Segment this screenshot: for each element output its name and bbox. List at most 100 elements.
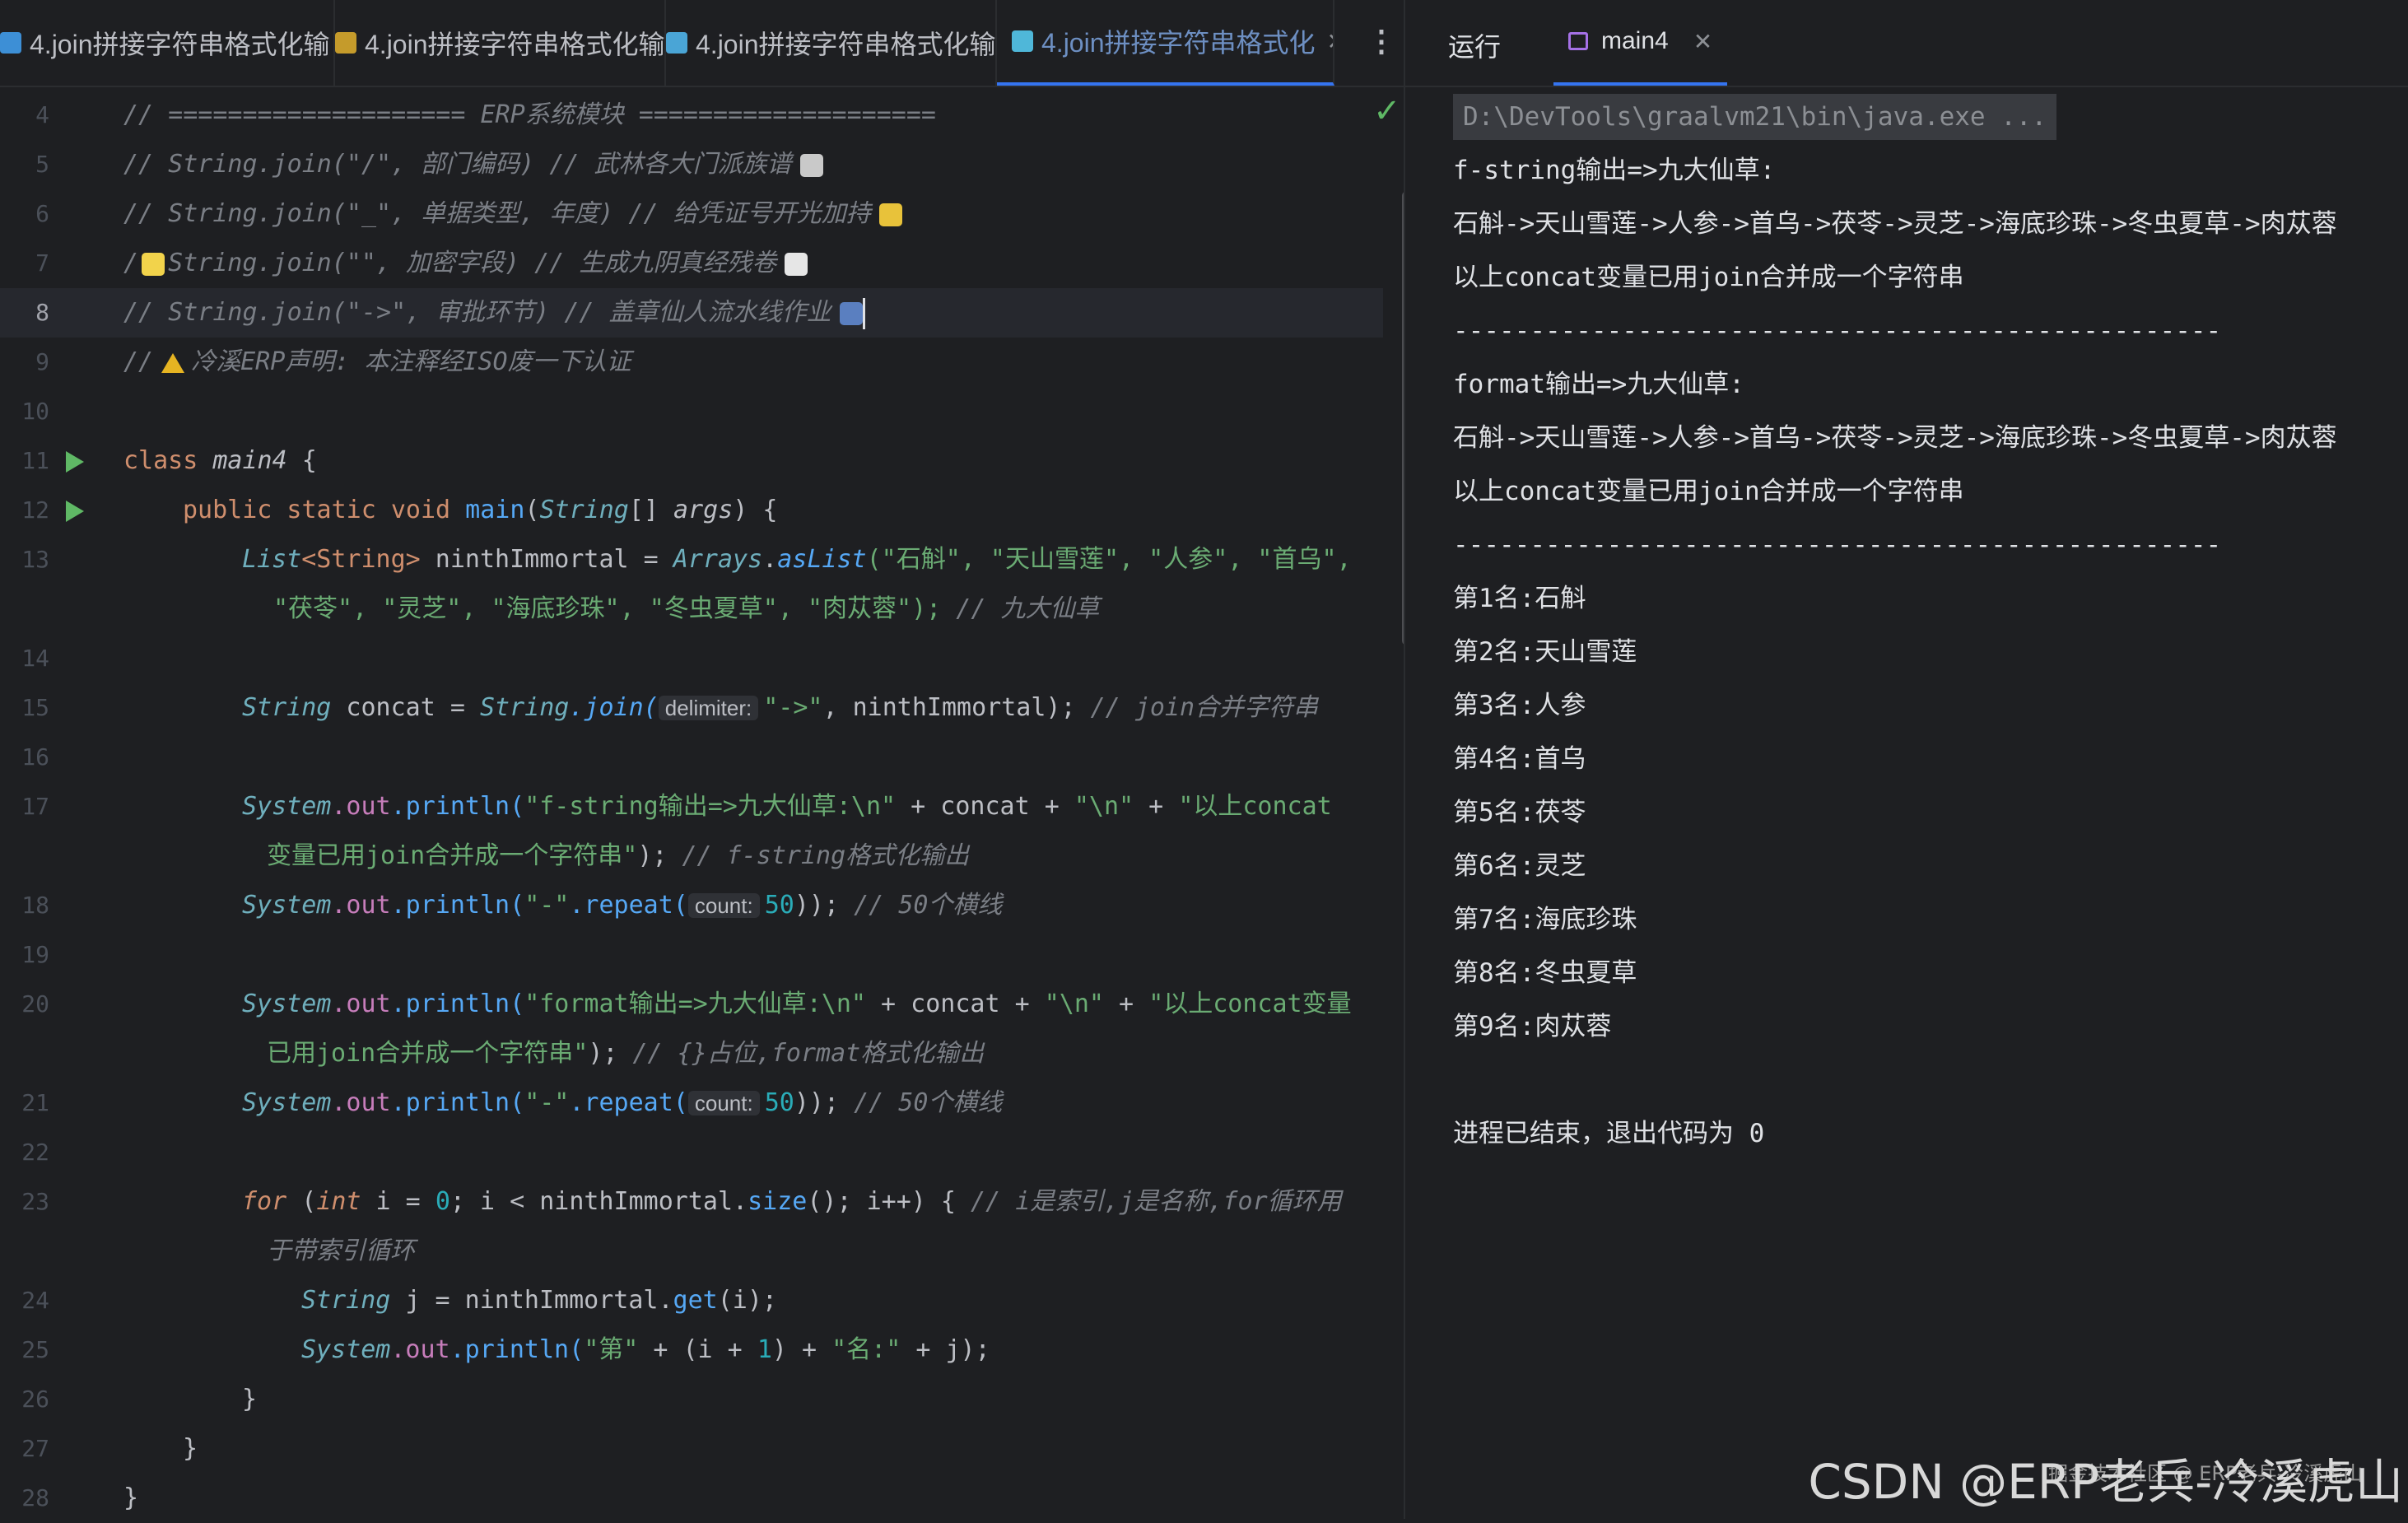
run-config-tab[interactable]: main4 ✕	[1553, 0, 1728, 86]
punct: + j);	[901, 1335, 990, 1364]
string: "->"	[763, 693, 823, 722]
csdn-watermark: CSDN @ERP老兵-冷溪虎山	[1808, 1454, 2403, 1510]
number: 50	[764, 891, 794, 920]
code-line: // ==================== ERP系统模块 ========…	[123, 91, 1383, 140]
line-number: 11	[21, 447, 49, 474]
run-tab-bar: 运行 main4 ✕	[1405, 0, 2408, 87]
console-output[interactable]: D:\DevTools\graalvm21\bin\java.exe ... f…	[1453, 91, 2400, 1161]
number: 0	[435, 1187, 450, 1216]
run-tool-window: 运行 main4 ✕ D:\DevTools\graalvm21\bin\jav…	[1404, 0, 2408, 1519]
field: .out	[331, 792, 391, 821]
line-number: 5	[35, 151, 49, 178]
line-number: 19	[21, 941, 49, 968]
line-number: 27	[21, 1435, 49, 1462]
more-tabs-icon[interactable]: ⋮	[1367, 25, 1396, 58]
run-panel-title: 运行	[1448, 32, 1502, 62]
code-line: // 冷溪ERP声明: 本注释经ISO废一下认证	[123, 338, 1383, 387]
run-class-icon[interactable]	[66, 451, 84, 473]
line-number: 21	[21, 1089, 49, 1116]
method-name: main	[465, 496, 525, 524]
punct: +	[1104, 990, 1149, 1018]
tab-label: 4.join拼接字符串格式化输	[30, 30, 330, 59]
keyword: for	[242, 1187, 287, 1216]
python-file-icon	[0, 32, 21, 54]
code-line: // String.join("_", 单据类型, 年度) // 给凭证号开光加…	[123, 189, 1383, 239]
number: 50	[764, 1088, 794, 1117]
close-icon[interactable]: ✕	[1327, 28, 1333, 55]
comment: 冷溪ERP声明: 本注释经ISO废一下认证	[191, 347, 631, 376]
run-main-icon[interactable]	[66, 501, 84, 522]
type: Arrays	[673, 545, 763, 574]
code-line: }	[123, 1424, 1383, 1474]
close-icon[interactable]: ✕	[1693, 28, 1712, 55]
punct: (); i++) {	[807, 1187, 971, 1216]
punct: {	[286, 446, 317, 475]
method: .println(	[449, 1335, 585, 1364]
punct: );	[588, 1039, 618, 1068]
console-line: 石斛->天山雪莲->人参->首乌->茯苓->灵芝->海底珍珠->冬虫夏草->肉苁…	[1453, 423, 2337, 453]
tab-label: 4.join拼接字符串格式化输	[696, 30, 996, 59]
code-line-wrap: 已用join合并成一个字符串"); // {}占位,format格式化输出	[123, 1029, 1383, 1078]
console-line: 第9名:肉苁蓉	[1453, 1012, 1612, 1041]
string: 已用join合并成一个字符串"	[267, 1039, 589, 1068]
string: ("石斛", "天山雪莲", "人参", "首乌",	[866, 545, 1352, 574]
field: .out	[390, 1335, 450, 1364]
punct: + (i +	[638, 1335, 757, 1364]
method: size	[748, 1187, 808, 1216]
method: .println(	[390, 891, 525, 920]
keyword: class	[123, 446, 198, 475]
editor-tab-python[interactable]: 4.join拼接字符串格式化输	[0, 0, 335, 86]
field: .out	[331, 990, 391, 1018]
line-number: 10	[21, 398, 49, 425]
string: "\n"	[1044, 990, 1104, 1018]
console-line: 以上concat变量已用join合并成一个字符串	[1453, 263, 1964, 292]
punct: );	[637, 841, 668, 870]
warning-icon	[161, 352, 185, 373]
type: System	[242, 1088, 332, 1117]
console-line: 第8名:冬虫夏草	[1453, 958, 1637, 988]
string: "format输出=>九大仙草:\n"	[524, 990, 866, 1018]
run-config-icon	[1568, 32, 1588, 50]
brace: }	[242, 1385, 258, 1414]
comment: /	[123, 249, 139, 277]
punct: .	[762, 545, 778, 574]
inlay-hint: count:	[687, 1091, 760, 1115]
code-line-wrap: 于带索引循环	[123, 1227, 1383, 1276]
console-line: ----------------------------------------…	[1453, 316, 2222, 346]
type: System	[242, 792, 332, 821]
code-area[interactable]: // ==================== ERP系统模块 ========…	[123, 91, 1383, 1523]
console-command[interactable]: D:\DevTools\graalvm21\bin\java.exe ...	[1453, 94, 2057, 140]
code-line: class main4 {	[123, 436, 1383, 486]
sparkles-emoji-icon	[878, 203, 902, 226]
editor-tab-go[interactable]: 4.join拼接字符串格式化输	[666, 0, 997, 86]
type: String	[539, 496, 629, 524]
console-line: 第5名:茯苓	[1453, 798, 1586, 827]
comment: // String.join("/", 部门编码) // 武林各大门派族谱	[123, 150, 792, 179]
line-number: 9	[35, 348, 49, 375]
punct: +	[1134, 792, 1179, 821]
comment: // String.join("_", 单据类型, 年度) // 给凭证号开光加…	[123, 199, 871, 228]
editor-tab-js[interactable]: 4.join拼接字符串格式化输	[335, 0, 666, 86]
number: 1	[757, 1335, 772, 1364]
lightbulb-icon[interactable]	[142, 252, 165, 276]
method: .println(	[390, 1088, 525, 1117]
field: .out	[331, 1088, 391, 1117]
console-line: 第7名:海底珍珠	[1453, 905, 1637, 934]
string: 变量已用join合并成一个字符串"	[267, 841, 638, 870]
console-line: ----------------------------------------…	[1453, 530, 2222, 560]
string: "-"	[524, 1088, 570, 1117]
punct: (	[524, 496, 540, 524]
punct: + concat +	[866, 990, 1045, 1018]
code-line: / String.join("", 加密字段) // 生成九阴真经残卷	[123, 239, 1383, 288]
editor-tab-java-active[interactable]: 4.join拼接字符串格式化 ✕	[997, 0, 1334, 86]
var: ninthImmortal =	[420, 545, 673, 574]
comment: // i是索引,j是名称,for循环用	[971, 1187, 1342, 1216]
string: "茯苓", "灵芝", "海底珍珠", "冬虫夏草", "肉苁蓉");	[273, 594, 942, 623]
string: "f-string输出=>九大仙草:\n"	[524, 792, 897, 821]
console-line: 第4名:首乌	[1453, 744, 1586, 774]
punct: ) {	[733, 496, 778, 524]
code-line: System.out.println("第" + (i + 1) + "名:" …	[123, 1325, 1383, 1375]
process-exit-message: 进程已结束，退出代码为 0	[1453, 1119, 1765, 1148]
code-editor[interactable]: 4.join拼接字符串格式化输 4.join拼接字符串格式化输 4.join拼接…	[0, 0, 1412, 1519]
var: ; i < ninthImmortal.	[449, 1187, 748, 1216]
